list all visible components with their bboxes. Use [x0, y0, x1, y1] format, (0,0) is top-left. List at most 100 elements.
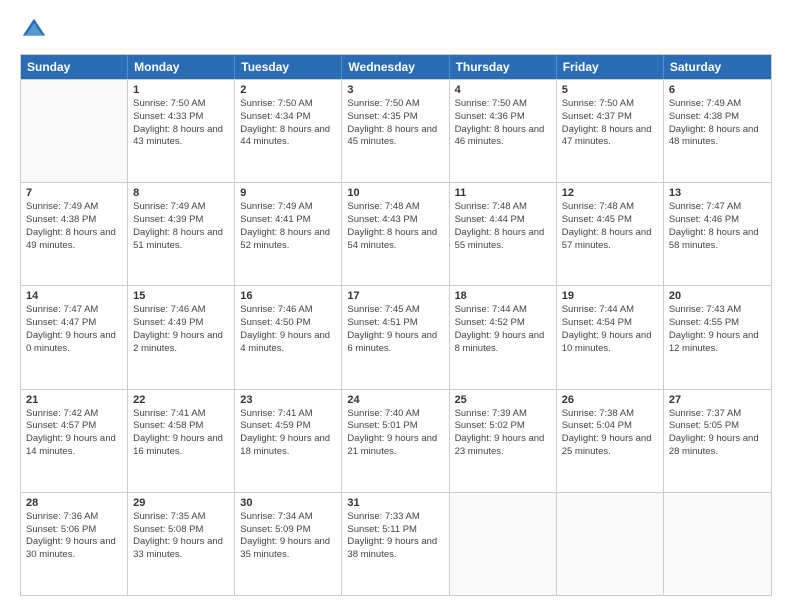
- week-row-0: 1 Sunrise: 7:50 AMSunset: 4:33 PMDaylight…: [21, 79, 771, 182]
- day-info: Sunrise: 7:48 AMSunset: 4:43 PMDaylight:…: [347, 201, 443, 252]
- cal-cell-0-6: 6Sunrise: 7:49 AMSunset: 4:38 PMDaylight…: [664, 80, 771, 182]
- header-day-tuesday: Tuesday: [235, 55, 342, 79]
- cal-cell-3-2: 23 Sunrise: 7:41 AMSunset: 4:59 PMDayligh…: [235, 390, 342, 492]
- day-info: Sunrise: 7:50 AMSunset: 4:35 PMDaylight:…: [347, 98, 443, 149]
- day-number: 12: [562, 187, 658, 199]
- day-info: Sunrise: 7:41 AMSunset: 4:59 PMDaylight:…: [240, 408, 336, 459]
- cal-cell-3-6: 27 Sunrise: 7:37 AMSunset: 5:05 PMDayligh…: [664, 390, 771, 492]
- cal-cell-0-4: 4Sunrise: 7:50 AMSunset: 4:36 PMDaylight…: [450, 80, 557, 182]
- day-number: 5: [562, 84, 658, 96]
- day-number: 10: [347, 187, 443, 199]
- day-info: Sunrise: 7:34 AMSunset: 5:09 PMDaylight:…: [240, 511, 336, 562]
- day-info: Sunrise: 7:49 AMSunset: 4:38 PMDaylight:…: [26, 201, 122, 252]
- week-row-1: 7 Sunrise: 7:49 AMSunset: 4:38 PMDaylight…: [21, 182, 771, 285]
- day-number: 11: [455, 187, 551, 199]
- day-info: Sunrise: 7:47 AMSunset: 4:47 PMDaylight:…: [26, 304, 122, 355]
- cal-cell-4-2: 30 Sunrise: 7:34 AMSunset: 5:09 PMDayligh…: [235, 493, 342, 595]
- day-info: Sunrise: 7:50 AMSunset: 4:33 PMDaylight:…: [133, 98, 229, 149]
- cal-cell-2-0: 14 Sunrise: 7:47 AMSunset: 4:47 PMDayligh…: [21, 286, 128, 388]
- logo: [20, 16, 52, 44]
- day-info: Sunrise: 7:33 AMSunset: 5:11 PMDaylight:…: [347, 511, 443, 562]
- day-info: Sunrise: 7:48 AMSunset: 4:45 PMDaylight:…: [562, 201, 658, 252]
- cal-cell-1-3: 10 Sunrise: 7:48 AMSunset: 4:43 PMDayligh…: [342, 183, 449, 285]
- day-number: 8: [133, 187, 229, 199]
- day-info: Sunrise: 7:50 AMSunset: 4:34 PMDaylight:…: [240, 98, 336, 149]
- cal-cell-3-5: 26 Sunrise: 7:38 AMSunset: 5:04 PMDayligh…: [557, 390, 664, 492]
- day-info: Sunrise: 7:36 AMSunset: 5:06 PMDaylight:…: [26, 511, 122, 562]
- day-number: 24: [347, 394, 443, 406]
- cal-cell-2-3: 17 Sunrise: 7:45 AMSunset: 4:51 PMDayligh…: [342, 286, 449, 388]
- calendar: SundayMondayTuesdayWednesdayThursdayFrid…: [20, 54, 772, 596]
- day-info: Sunrise: 7:47 AMSunset: 4:46 PMDaylight:…: [669, 201, 766, 252]
- cal-cell-2-6: 20Sunrise: 7:43 AMSunset: 4:55 PMDayligh…: [664, 286, 771, 388]
- day-number: 1: [133, 84, 229, 96]
- cal-cell-1-2: 9 Sunrise: 7:49 AMSunset: 4:41 PMDaylight…: [235, 183, 342, 285]
- cal-cell-4-4: [450, 493, 557, 595]
- day-number: 25: [455, 394, 551, 406]
- day-number: 7: [26, 187, 122, 199]
- day-info: Sunrise: 7:44 AMSunset: 4:52 PMDaylight:…: [455, 304, 551, 355]
- week-row-4: 28 Sunrise: 7:36 AMSunset: 5:06 PMDayligh…: [21, 492, 771, 595]
- cal-cell-0-3: 3 Sunrise: 7:50 AMSunset: 4:35 PMDaylight…: [342, 80, 449, 182]
- calendar-header-row: SundayMondayTuesdayWednesdayThursdayFrid…: [21, 55, 771, 79]
- day-info: Sunrise: 7:35 AMSunset: 5:08 PMDaylight:…: [133, 511, 229, 562]
- day-number: 23: [240, 394, 336, 406]
- header: [20, 16, 772, 44]
- week-row-2: 14 Sunrise: 7:47 AMSunset: 4:47 PMDayligh…: [21, 285, 771, 388]
- header-day-friday: Friday: [557, 55, 664, 79]
- day-info: Sunrise: 7:50 AMSunset: 4:37 PMDaylight:…: [562, 98, 658, 149]
- day-number: 27: [669, 394, 766, 406]
- day-number: 9: [240, 187, 336, 199]
- cal-cell-2-4: 18Sunrise: 7:44 AMSunset: 4:52 PMDayligh…: [450, 286, 557, 388]
- cal-cell-4-0: 28 Sunrise: 7:36 AMSunset: 5:06 PMDayligh…: [21, 493, 128, 595]
- day-info: Sunrise: 7:38 AMSunset: 5:04 PMDaylight:…: [562, 408, 658, 459]
- cal-cell-4-3: 31 Sunrise: 7:33 AMSunset: 5:11 PMDayligh…: [342, 493, 449, 595]
- cal-cell-4-1: 29 Sunrise: 7:35 AMSunset: 5:08 PMDayligh…: [128, 493, 235, 595]
- cal-cell-1-1: 8 Sunrise: 7:49 AMSunset: 4:39 PMDaylight…: [128, 183, 235, 285]
- day-number: 28: [26, 497, 122, 509]
- header-day-sunday: Sunday: [21, 55, 128, 79]
- day-number: 14: [26, 290, 122, 302]
- day-number: 31: [347, 497, 443, 509]
- day-number: 26: [562, 394, 658, 406]
- cal-cell-3-4: 25 Sunrise: 7:39 AMSunset: 5:02 PMDayligh…: [450, 390, 557, 492]
- cal-cell-0-5: 5 Sunrise: 7:50 AMSunset: 4:37 PMDaylight…: [557, 80, 664, 182]
- day-info: Sunrise: 7:41 AMSunset: 4:58 PMDaylight:…: [133, 408, 229, 459]
- day-info: Sunrise: 7:45 AMSunset: 4:51 PMDaylight:…: [347, 304, 443, 355]
- day-info: Sunrise: 7:49 AMSunset: 4:39 PMDaylight:…: [133, 201, 229, 252]
- cal-cell-2-1: 15 Sunrise: 7:46 AMSunset: 4:49 PMDayligh…: [128, 286, 235, 388]
- day-number: 22: [133, 394, 229, 406]
- day-info: Sunrise: 7:49 AMSunset: 4:38 PMDaylight:…: [669, 98, 766, 149]
- week-row-3: 21 Sunrise: 7:42 AMSunset: 4:57 PMDayligh…: [21, 389, 771, 492]
- day-info: Sunrise: 7:49 AMSunset: 4:41 PMDaylight:…: [240, 201, 336, 252]
- day-number: 29: [133, 497, 229, 509]
- day-number: 30: [240, 497, 336, 509]
- cal-cell-1-5: 12 Sunrise: 7:48 AMSunset: 4:45 PMDayligh…: [557, 183, 664, 285]
- day-info: Sunrise: 7:37 AMSunset: 5:05 PMDaylight:…: [669, 408, 766, 459]
- calendar-body: 1 Sunrise: 7:50 AMSunset: 4:33 PMDaylight…: [21, 79, 771, 595]
- cal-cell-0-2: 2Sunrise: 7:50 AMSunset: 4:34 PMDaylight…: [235, 80, 342, 182]
- header-day-wednesday: Wednesday: [342, 55, 449, 79]
- day-info: Sunrise: 7:46 AMSunset: 4:50 PMDaylight:…: [240, 304, 336, 355]
- cal-cell-3-1: 22 Sunrise: 7:41 AMSunset: 4:58 PMDayligh…: [128, 390, 235, 492]
- day-number: 21: [26, 394, 122, 406]
- header-day-saturday: Saturday: [664, 55, 771, 79]
- day-number: 16: [240, 290, 336, 302]
- day-number: 4: [455, 84, 551, 96]
- day-number: 17: [347, 290, 443, 302]
- header-day-thursday: Thursday: [450, 55, 557, 79]
- day-info: Sunrise: 7:40 AMSunset: 5:01 PMDaylight:…: [347, 408, 443, 459]
- cal-cell-1-0: 7 Sunrise: 7:49 AMSunset: 4:38 PMDaylight…: [21, 183, 128, 285]
- day-info: Sunrise: 7:39 AMSunset: 5:02 PMDaylight:…: [455, 408, 551, 459]
- cal-cell-4-5: [557, 493, 664, 595]
- day-number: 15: [133, 290, 229, 302]
- day-info: Sunrise: 7:42 AMSunset: 4:57 PMDaylight:…: [26, 408, 122, 459]
- day-info: Sunrise: 7:48 AMSunset: 4:44 PMDaylight:…: [455, 201, 551, 252]
- day-number: 19: [562, 290, 658, 302]
- day-number: 3: [347, 84, 443, 96]
- cal-cell-3-3: 24 Sunrise: 7:40 AMSunset: 5:01 PMDayligh…: [342, 390, 449, 492]
- cal-cell-3-0: 21 Sunrise: 7:42 AMSunset: 4:57 PMDayligh…: [21, 390, 128, 492]
- day-info: Sunrise: 7:46 AMSunset: 4:49 PMDaylight:…: [133, 304, 229, 355]
- day-number: 13: [669, 187, 766, 199]
- cal-cell-2-2: 16 Sunrise: 7:46 AMSunset: 4:50 PMDayligh…: [235, 286, 342, 388]
